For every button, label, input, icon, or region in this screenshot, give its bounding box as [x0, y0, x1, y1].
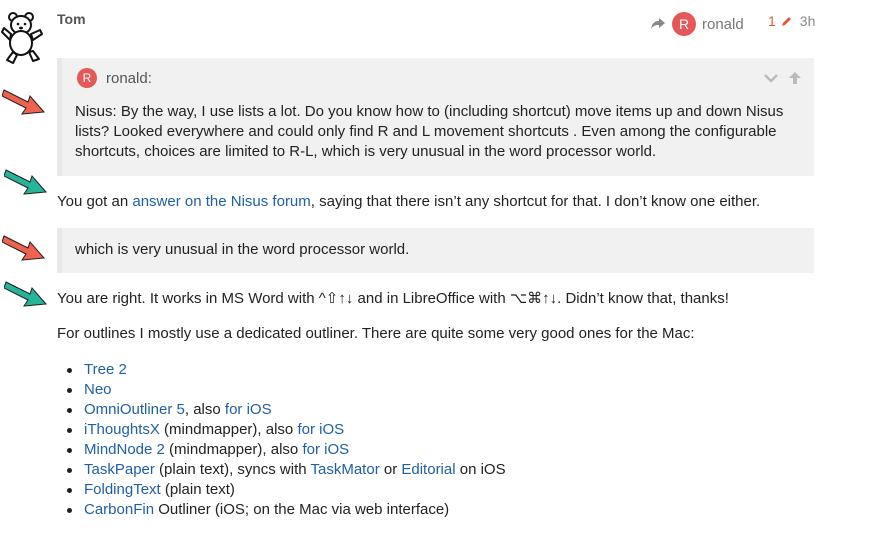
- quote-text: Nisus: By the way, I use lists a lot. Do…: [75, 103, 784, 160]
- reply-user-avatar: R: [672, 12, 696, 36]
- list-item: OmniOutliner 5, also for iOS: [67, 400, 506, 420]
- list-text: (mindmapper), also: [164, 441, 303, 458]
- post-age[interactable]: 3h: [800, 13, 816, 29]
- carbonfin-link[interactable]: CarbonFin: [84, 501, 154, 518]
- list-text: (plain text): [160, 481, 235, 498]
- annotation-arrow-icon: [4, 281, 48, 307]
- list-text: on iOS: [455, 461, 506, 478]
- ithoughts-ios-link[interactable]: for iOS: [297, 421, 344, 438]
- nisus-forum-link[interactable]: answer on the Nisus forum: [132, 193, 310, 210]
- quote-user-avatar: R: [77, 68, 97, 88]
- quote-controls: [764, 71, 802, 85]
- omnioutliner-link[interactable]: OmniOutliner 5: [84, 401, 185, 418]
- arrow-up-icon[interactable]: [788, 71, 802, 85]
- list-item: CarbonFin Outliner (iOS; on the Mac via …: [67, 500, 506, 520]
- annotation-arrow-icon: [2, 89, 46, 115]
- quote-text: which is very unusual in the word proces…: [75, 241, 410, 258]
- taskpaper-link[interactable]: TaskPaper: [84, 461, 155, 478]
- list-item: MindNode 2 (mindmapper), also for iOS: [67, 440, 506, 460]
- chevron-down-icon[interactable]: [764, 71, 778, 85]
- reply-paragraph-3: For outlines I mostly use a dedicated ou…: [57, 325, 695, 342]
- quote-block-ronald: R ronald: Nisus: By the way, I use lists…: [57, 58, 814, 176]
- post-author[interactable]: Tom: [57, 11, 86, 27]
- mindnode-link[interactable]: MindNode 2: [84, 441, 165, 458]
- list-text: , also: [184, 401, 225, 418]
- quote-user-name[interactable]: ronald:: [106, 70, 152, 87]
- reply-user-name: ronald: [702, 15, 744, 33]
- reply-arrow-icon: [651, 18, 665, 29]
- taskmator-link[interactable]: TaskMator: [311, 461, 380, 478]
- annotation-arrow-icon: [4, 169, 48, 195]
- editorial-link[interactable]: Editorial: [401, 461, 455, 478]
- list-text: (plain text), syncs with: [154, 461, 311, 478]
- paragraph-text: You got an: [57, 193, 133, 210]
- list-item: Neo: [67, 380, 506, 400]
- list-item: TaskPaper (plain text), syncs with TaskM…: [67, 460, 506, 480]
- annotation-arrow-icon: [2, 235, 46, 261]
- reply-to-indicator[interactable]: R ronald: [650, 11, 744, 37]
- omnioutliner-ios-link[interactable]: for iOS: [225, 401, 272, 418]
- tree-2-link[interactable]: Tree 2: [84, 361, 127, 378]
- outliner-list: Tree 2 Neo OmniOutliner 5, also for iOS …: [67, 360, 506, 520]
- foldingtext-link[interactable]: FoldingText: [84, 481, 161, 498]
- list-text: (mindmapper), also: [159, 421, 298, 438]
- quote-block-inline: which is very unusual in the word proces…: [57, 228, 814, 273]
- paragraph-text: , saying that there isn’t any shortcut f…: [310, 193, 761, 210]
- list-text: or: [379, 461, 402, 478]
- reply-paragraph-1: You got an answer on the Nisus forum, sa…: [57, 192, 760, 212]
- list-item: iThoughtsX (mindmapper), also for iOS: [67, 420, 506, 440]
- post-meta: 1 3h: [768, 13, 815, 29]
- mindnode-ios-link[interactable]: for iOS: [302, 441, 349, 458]
- edit-count[interactable]: 1: [768, 13, 776, 29]
- list-item: Tree 2: [67, 360, 506, 380]
- quote-header: R ronald:: [77, 68, 152, 88]
- reply-paragraph-2: You are right. It works in MS Word with …: [57, 290, 729, 307]
- ithoughtsx-link[interactable]: iThoughtsX: [84, 421, 160, 438]
- list-item: FoldingText (plain text): [67, 480, 506, 500]
- neo-link[interactable]: Neo: [84, 381, 112, 398]
- list-text: Outliner (iOS; on the Mac via web interf…: [154, 501, 450, 518]
- pencil-icon[interactable]: [780, 15, 793, 28]
- user-avatar[interactable]: [0, 8, 44, 66]
